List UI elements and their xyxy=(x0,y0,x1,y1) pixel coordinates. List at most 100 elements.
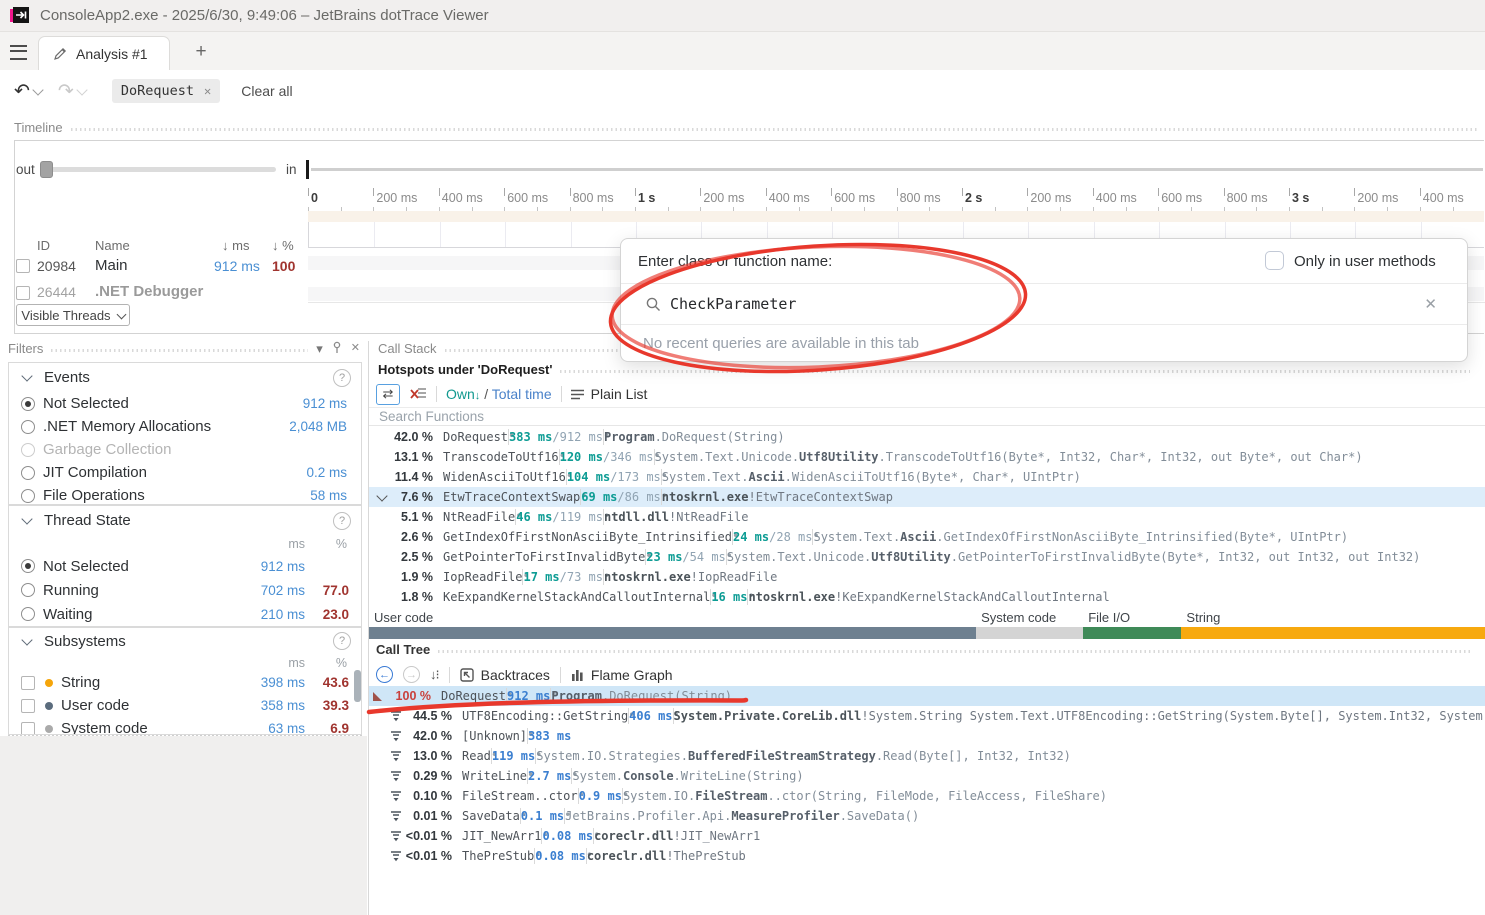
undo-dropdown-icon[interactable] xyxy=(32,84,43,95)
time-ruler[interactable]: 0200 ms400 ms600 ms800 ms1 s200 ms400 ms… xyxy=(308,188,1484,211)
calltree-row[interactable]: 100 %DoRequest • 912 ms • Program.DoRequ… xyxy=(369,686,1485,706)
hotspot-row[interactable]: 5.1 %NtReadFile • 46 ms / 119 ms • ntdll… xyxy=(369,507,1485,527)
hotspot-row[interactable]: 2.5 %GetPointerToFirstInvalidByte • 23 m… xyxy=(369,547,1485,567)
close-icon[interactable]: ✕ xyxy=(351,341,360,359)
filter-icon[interactable] xyxy=(388,810,404,822)
only-user-methods-checkbox[interactable] xyxy=(1265,251,1284,270)
hotspot-row[interactable]: 1.9 %IopReadFile • 17 ms / 73 ms • ntosk… xyxy=(369,567,1485,587)
filters-dropdown-icon[interactable]: ▾ xyxy=(316,341,323,359)
remove-filter-icon[interactable] xyxy=(409,386,427,402)
filter-chip-close-icon[interactable]: ✕ xyxy=(204,84,211,98)
navigate-back-icon[interactable]: ← xyxy=(376,666,393,683)
calltree-row[interactable]: 44.5 %UTF8Encoding::GetString • 406 ms •… xyxy=(369,706,1485,726)
calltree-row[interactable]: <0.01 %ThePreStub • 0.08 ms • coreclr.dl… xyxy=(369,846,1485,866)
calltree-row[interactable]: 0.29 %WriteLine • 2.7 ms • System.Consol… xyxy=(369,766,1485,786)
filter-icon[interactable] xyxy=(388,790,404,802)
navigate-forward-icon[interactable]: → xyxy=(403,666,420,683)
view-mode-button[interactable]: ⇄ xyxy=(376,384,400,405)
thread-state-item[interactable]: Running702 ms77.0 xyxy=(9,578,361,602)
filter-chip[interactable]: DoRequest ✕ xyxy=(112,79,220,103)
redo-icon[interactable]: ↷ xyxy=(58,82,74,101)
sort-icon[interactable]: ↓⁝ xyxy=(430,667,439,683)
filter-icon[interactable] xyxy=(388,850,404,862)
thread-state-item[interactable]: Not Selected912 ms xyxy=(9,554,361,578)
subsystems-section-header[interactable]: Subsystems ? xyxy=(9,628,361,654)
checkbox-icon[interactable] xyxy=(21,676,35,690)
radio-icon[interactable] xyxy=(21,443,35,457)
event-filter-item[interactable]: JIT Compilation0.2 ms xyxy=(9,461,361,484)
own-time-toggle[interactable]: Own↓ / Total time xyxy=(446,386,552,402)
subsystem-bar-segment[interactable]: System code xyxy=(976,610,1083,640)
help-icon[interactable]: ? xyxy=(333,369,351,387)
plain-list-button[interactable]: Plain List xyxy=(571,386,648,402)
checkbox-icon[interactable] xyxy=(21,699,35,713)
thread-checkbox[interactable] xyxy=(16,259,30,273)
calltree-row[interactable]: <0.01 %JIT_NewArr1 • 0.08 ms • coreclr.d… xyxy=(369,826,1485,846)
out-slider-track[interactable] xyxy=(40,167,276,172)
help-icon[interactable]: ? xyxy=(333,512,351,530)
search-query-input[interactable]: CheckParameter xyxy=(670,295,796,313)
filter-icon[interactable] xyxy=(388,830,404,842)
event-filter-item[interactable]: Not Selected912 ms xyxy=(9,392,361,415)
help-icon[interactable]: ? xyxy=(333,632,351,650)
filter-icon[interactable] xyxy=(388,770,404,782)
radio-icon[interactable] xyxy=(21,489,35,503)
redo-dropdown-icon[interactable] xyxy=(76,84,87,95)
expand-icon[interactable] xyxy=(369,692,385,701)
calltree-row[interactable]: 0.01 %SaveData • 0.1 ms • JetBrains.Prof… xyxy=(369,806,1485,826)
hotspot-row[interactable]: 2.6 %GetIndexOfFirstNonAsciiByte_Intrins… xyxy=(369,527,1485,547)
search-functions-input[interactable]: Search Functions xyxy=(369,407,1485,426)
hotspot-row[interactable]: 7.6 %EtwTraceContextSwap • 69 ms / 86 ms… xyxy=(369,487,1485,507)
radio-icon[interactable] xyxy=(21,466,35,480)
radio-icon[interactable] xyxy=(21,420,35,434)
radio-icon[interactable] xyxy=(21,559,35,573)
hotspot-row[interactable]: 42.0 %DoRequest • 383 ms / 912 ms • Prog… xyxy=(369,427,1485,447)
flame-graph-button[interactable]: Flame Graph xyxy=(571,667,673,683)
subsystem-item[interactable]: User code358 ms39.3 xyxy=(9,694,361,717)
new-tab-button[interactable]: + xyxy=(190,41,212,63)
thread-state-item[interactable]: Waiting210 ms23.0 xyxy=(9,602,361,626)
undo-icon[interactable]: ↶ xyxy=(14,82,30,101)
clear-search-icon[interactable]: ✕ xyxy=(1424,295,1437,313)
thread-state-section-header[interactable]: Thread State ? xyxy=(9,506,361,535)
radio-icon[interactable] xyxy=(21,397,35,411)
filter-icon[interactable] xyxy=(388,710,404,722)
subsystem-bar-segment[interactable]: String xyxy=(1181,610,1485,640)
event-filter-item[interactable]: File Operations58 ms xyxy=(9,484,361,505)
event-filter-item[interactable]: .NET Memory Allocations2,048 MB xyxy=(9,415,361,438)
radio-icon[interactable] xyxy=(21,607,35,621)
events-section-header[interactable]: Events ? xyxy=(9,363,361,392)
threads-col-ms[interactable]: ↓ ms xyxy=(222,238,249,253)
thread-checkbox[interactable] xyxy=(16,286,30,300)
calltree-row[interactable]: 0.10 %FileStream..ctor • 0.9 ms • System… xyxy=(369,786,1485,806)
main-menu-icon[interactable] xyxy=(10,45,27,60)
event-filter-item[interactable]: Garbage Collection xyxy=(9,438,361,461)
filter-icon[interactable] xyxy=(388,730,404,742)
popup-search-row[interactable]: CheckParameter ✕ xyxy=(621,284,1467,325)
checkbox-icon[interactable] xyxy=(21,722,35,736)
radio-icon[interactable] xyxy=(21,583,35,597)
pin-icon[interactable] xyxy=(332,341,342,354)
threads-col-name[interactable]: Name xyxy=(95,238,130,253)
clear-all-button[interactable]: Clear all xyxy=(241,83,292,99)
threads-col-id[interactable]: ID xyxy=(37,238,50,253)
backtraces-button[interactable]: Backtraces xyxy=(460,667,550,683)
tab-analysis-1[interactable]: Analysis #1 xyxy=(38,36,170,71)
in-slider-track[interactable] xyxy=(311,168,1483,171)
in-slider-handle[interactable] xyxy=(306,160,309,179)
subsystem-bar-segment[interactable]: User code xyxy=(369,610,976,640)
hotspot-row[interactable]: 11.4 %WidenAsciiToUtf16 • 104 ms / 173 m… xyxy=(369,467,1485,487)
subsystem-item[interactable]: System code63 ms6.9 xyxy=(9,717,361,735)
calltree-row[interactable]: 13.0 %Read • 119 ms • System.IO.Strategi… xyxy=(369,746,1485,766)
filters-scrollbar[interactable] xyxy=(354,670,361,702)
calltree-row[interactable]: 42.0 %[Unknown] • 383 ms xyxy=(369,726,1485,746)
subsystem-item[interactable]: String398 ms43.6 xyxy=(9,671,361,694)
filter-icon[interactable] xyxy=(388,750,404,762)
hotspot-row[interactable]: 1.8 %KeExpandKernelStackAndCalloutIntern… xyxy=(369,587,1485,607)
subsystem-bar-segment[interactable]: File I/O xyxy=(1083,610,1181,640)
threads-col-pct[interactable]: ↓ % xyxy=(272,238,294,253)
visible-threads-button[interactable]: Visible Threads xyxy=(16,304,130,326)
out-slider-thumb[interactable] xyxy=(40,161,53,178)
chev-icon[interactable] xyxy=(374,492,390,503)
hotspot-row[interactable]: 13.1 %TranscodeToUtf16 • 120 ms / 346 ms… xyxy=(369,447,1485,467)
